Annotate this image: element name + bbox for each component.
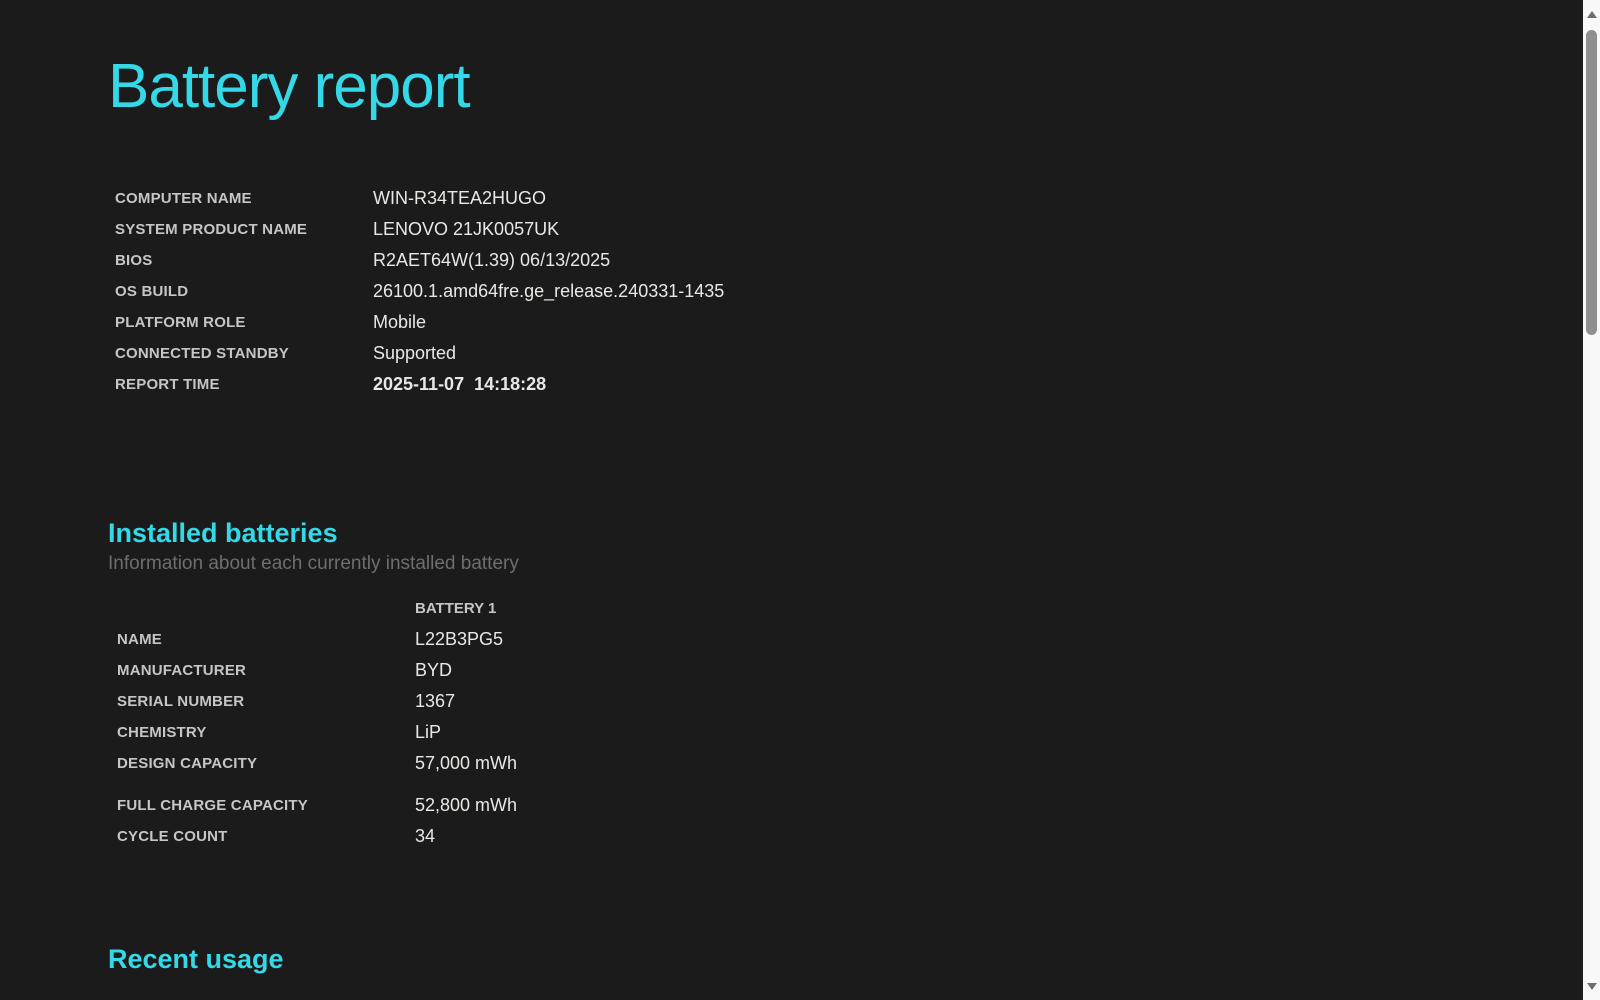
table-gap-spacer bbox=[117, 779, 517, 790]
table-row: DESIGN CAPACITY 57,000 mWh bbox=[117, 748, 517, 779]
table-row: MANUFACTURER BYD bbox=[117, 655, 517, 686]
battery-table-header-row: BATTERY 1 bbox=[117, 593, 517, 624]
row-label: OS BUILD bbox=[115, 283, 189, 301]
installed-batteries-section: Installed batteries Information about ea… bbox=[108, 518, 1528, 852]
row-value: 26100.1.amd64fre.ge_release.240331-1435 bbox=[373, 281, 725, 302]
scrollbar-thumb[interactable] bbox=[1586, 30, 1597, 335]
row-value: WIN-R34TEA2HUGO bbox=[373, 188, 547, 209]
row-label: SYSTEM PRODUCT NAME bbox=[115, 221, 308, 239]
table-row: SERIAL NUMBER 1367 bbox=[117, 686, 517, 717]
installed-batteries-subtitle: Information about each currently install… bbox=[108, 552, 519, 574]
row-value: 2025-11-07 14:18:28 bbox=[373, 374, 547, 395]
table-row: NAME L22B3PG5 bbox=[117, 624, 517, 655]
row-label: MANUFACTURER bbox=[117, 661, 247, 679]
battery-table-head: BATTERY 1 bbox=[117, 593, 517, 624]
row-value: 34 bbox=[415, 825, 436, 846]
table-row: SYSTEM PRODUCT NAME LENOVO 21JK0057UK bbox=[115, 214, 724, 245]
vertical-scrollbar[interactable] bbox=[1583, 0, 1600, 1000]
scroll-down-arrow-icon bbox=[1586, 982, 1597, 990]
table-row: REPORT TIME 2025-11-07 14:18:28 bbox=[115, 369, 724, 400]
row-value: LENOVO 21JK0057UK bbox=[373, 219, 560, 240]
row-value: 52,800 mWh bbox=[415, 794, 518, 815]
row-value: L22B3PG5 bbox=[415, 628, 504, 649]
row-label: DESIGN CAPACITY bbox=[117, 754, 258, 772]
row-value: 1367 bbox=[415, 690, 456, 711]
row-label: COMPUTER NAME bbox=[115, 190, 252, 208]
table-gap-cell bbox=[117, 779, 517, 790]
table-row: CHEMISTRY LiP bbox=[117, 717, 517, 748]
row-value: R2AET64W(1.39) 06/13/2025 bbox=[373, 250, 611, 271]
table-row: CONNECTED STANDBY Supported bbox=[115, 338, 724, 369]
row-label: BIOS bbox=[115, 252, 153, 270]
battery-table: BATTERY 1 NAME L22B3PG5 MANUFACTURER BYD… bbox=[117, 593, 517, 852]
row-value: Mobile bbox=[373, 312, 427, 333]
row-value: BYD bbox=[415, 659, 453, 680]
scrollbar-down-button[interactable] bbox=[1583, 972, 1600, 1000]
battery-report-page: Battery report COMPUTER NAME WIN-R34TEA2… bbox=[108, 0, 1528, 975]
system-info-table: COMPUTER NAME WIN-R34TEA2HUGO SYSTEM PRO… bbox=[115, 183, 724, 400]
row-label: REPORT TIME bbox=[115, 376, 220, 394]
installed-batteries-heading: Installed batteries bbox=[108, 518, 338, 549]
row-label: NAME bbox=[117, 630, 162, 648]
table-row: FULL CHARGE CAPACITY 52,800 mWh bbox=[117, 790, 517, 821]
table-row: OS BUILD 26100.1.amd64fre.ge_release.240… bbox=[115, 276, 724, 307]
row-label: CHEMISTRY bbox=[117, 723, 207, 741]
row-label: FULL CHARGE CAPACITY bbox=[117, 796, 308, 814]
table-row: COMPUTER NAME WIN-R34TEA2HUGO bbox=[115, 183, 724, 214]
row-label: SERIAL NUMBER bbox=[117, 692, 245, 710]
table-row: BIOS R2AET64W(1.39) 06/13/2025 bbox=[115, 245, 724, 276]
row-value: Supported bbox=[373, 343, 457, 364]
recent-usage-heading: Recent usage bbox=[108, 943, 284, 974]
row-label: PLATFORM ROLE bbox=[115, 314, 246, 332]
page-title: Battery report bbox=[108, 52, 471, 121]
battery-column-header: BATTERY 1 bbox=[415, 599, 497, 617]
recent-usage-section: Recent usage bbox=[108, 943, 1528, 975]
table-row: PLATFORM ROLE Mobile bbox=[115, 307, 724, 338]
scrollbar-up-button[interactable] bbox=[1583, 0, 1600, 28]
row-label: CYCLE COUNT bbox=[117, 827, 228, 845]
row-label: CONNECTED STANDBY bbox=[115, 345, 289, 363]
scroll-up-arrow-icon bbox=[1586, 10, 1597, 18]
battery-header-spacer bbox=[117, 593, 415, 624]
battery-table-body: NAME L22B3PG5 MANUFACTURER BYD SERIAL NU… bbox=[117, 624, 517, 852]
system-info-body: COMPUTER NAME WIN-R34TEA2HUGO SYSTEM PRO… bbox=[115, 183, 724, 400]
table-row: CYCLE COUNT 34 bbox=[117, 821, 517, 852]
row-value: LiP bbox=[415, 721, 442, 742]
row-value: 57,000 mWh bbox=[415, 752, 518, 773]
